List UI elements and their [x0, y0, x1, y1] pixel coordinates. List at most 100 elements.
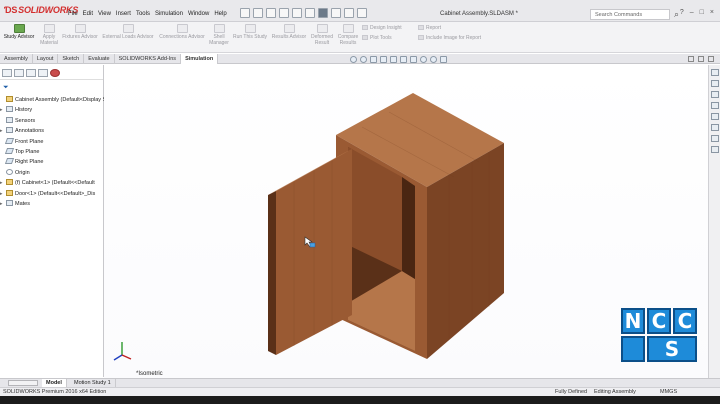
open-icon[interactable] [253, 8, 263, 18]
material-icon [43, 24, 55, 33]
connections-advisor-button[interactable]: Connections Advisor [156, 24, 208, 40]
rebuild-icon[interactable] [331, 8, 341, 18]
tab-evaluate[interactable]: Evaluate [84, 54, 115, 64]
feature-tree-icon[interactable] [2, 69, 12, 77]
compare-icon [342, 24, 354, 33]
task-pane [708, 65, 720, 378]
apply-material-button[interactable]: Apply Material [38, 24, 60, 46]
file-explorer-icon[interactable] [710, 91, 719, 98]
title-bar: ƊSSOLIDWORKS File Edit View Insert Tools… [0, 0, 720, 22]
heads-up-view-toolbar [350, 56, 447, 63]
custom-properties-icon[interactable] [710, 124, 719, 131]
search-commands-input[interactable]: Search Commands ⌕ [590, 9, 679, 20]
dimxpert-icon[interactable] [38, 69, 48, 77]
tab-addins[interactable]: SOLIDWORKS Add-Ins [115, 54, 182, 64]
appearances-icon[interactable] [710, 113, 719, 120]
plot-tools-button[interactable]: Plot Tools [362, 35, 392, 41]
cabinet-model[interactable] [104, 65, 708, 378]
tab-scroll-arrows[interactable] [8, 380, 38, 386]
print-icon[interactable] [279, 8, 289, 18]
units-status[interactable]: MMGS [660, 389, 677, 395]
tab-simulation[interactable]: Simulation [181, 54, 219, 64]
tree-node[interactable]: ▸ (f) Cabinet<1> (Default<<Default [0, 178, 104, 188]
include-image-button[interactable]: Include Image for Report [418, 35, 481, 41]
save-icon[interactable] [266, 8, 276, 18]
help-icon[interactable]: ? [680, 9, 684, 16]
previous-view-icon[interactable] [370, 56, 377, 63]
tree-node[interactable]: ▸ Annotations [0, 126, 104, 136]
watermark-letter: C [673, 308, 697, 334]
tab-sketch[interactable]: Sketch [58, 54, 85, 64]
report-button[interactable]: Report [418, 25, 441, 31]
design-insight-button[interactable]: Design Insight [362, 25, 402, 31]
tree-node[interactable]: ▸ Mates [0, 199, 104, 209]
menu-edit[interactable]: Edit [83, 11, 93, 17]
tree-node-label: Origin [15, 169, 30, 176]
door-edge [268, 191, 276, 355]
run-study-button[interactable]: Run This Study [230, 24, 270, 40]
display-style-icon[interactable] [400, 56, 407, 63]
redo-icon[interactable] [305, 8, 315, 18]
doc-restore-icon[interactable] [698, 56, 704, 62]
results-pane-icon[interactable] [710, 146, 719, 153]
tree-node[interactable]: Origin [0, 168, 104, 178]
ds-logo-icon: ƊS [4, 5, 18, 15]
results-advisor-button[interactable]: Results Advisor [270, 24, 308, 40]
tree-node[interactable]: Sensors [0, 116, 104, 126]
tab-layout[interactable]: Layout [33, 54, 59, 64]
fixtures-advisor-button[interactable]: Fixtures Advisor [60, 24, 100, 40]
view-palette-icon[interactable] [710, 102, 719, 109]
configuration-manager-icon[interactable] [26, 69, 36, 77]
property-manager-icon[interactable] [14, 69, 24, 77]
feature-manager-panel: ⏷ Cabinet Assembly (Default<Display S ▸ Hi… [0, 65, 104, 377]
appearance-icon[interactable] [420, 56, 427, 63]
view-orientation-icon[interactable] [390, 56, 397, 63]
menu-insert[interactable]: Insert [116, 11, 131, 17]
new-icon[interactable] [240, 8, 250, 18]
doc-close-icon[interactable] [708, 56, 714, 62]
view-settings-icon[interactable] [440, 56, 447, 63]
menu-window[interactable]: Window [188, 11, 209, 17]
tab-assembly[interactable]: Assembly [0, 54, 33, 64]
cabinet-inner-side [402, 177, 415, 279]
filter-icon[interactable]: ⏷ [3, 84, 9, 92]
graphics-area[interactable] [104, 65, 708, 378]
minimize-icon[interactable]: – [690, 9, 694, 16]
menu-view[interactable]: View [98, 11, 111, 17]
scene-icon[interactable] [430, 56, 437, 63]
display-manager-icon[interactable] [50, 69, 60, 77]
maximize-icon[interactable]: □ [700, 9, 704, 16]
tree-node[interactable]: ▸ Door<1> (Default<<Default>_Dis [0, 189, 104, 199]
shell-manager-button[interactable]: Shell Manager [208, 24, 230, 46]
file-properties-icon[interactable] [344, 8, 354, 18]
undo-icon[interactable] [292, 8, 302, 18]
tree-node[interactable]: Top Plane [0, 147, 104, 157]
zoom-area-icon[interactable] [360, 56, 367, 63]
quick-access-toolbar [240, 8, 367, 18]
origin-icon [6, 168, 13, 175]
section-view-icon[interactable] [380, 56, 387, 63]
menu-tools[interactable]: Tools [136, 11, 150, 17]
search-icon[interactable]: ⌕ [674, 9, 679, 20]
forum-icon[interactable] [710, 135, 719, 142]
deformed-result-button[interactable]: Deformed Result [308, 24, 336, 46]
tree-node[interactable]: ▸ History [0, 105, 104, 115]
menu-simulation[interactable]: Simulation [155, 11, 183, 17]
doc-minimize-icon[interactable] [688, 56, 694, 62]
compare-results-button[interactable]: Compare Results [336, 24, 360, 46]
external-loads-advisor-button[interactable]: External Loads Advisor [100, 24, 156, 40]
tree-node[interactable]: Front Plane [0, 137, 104, 147]
select-icon[interactable] [318, 8, 328, 18]
design-library-icon[interactable] [710, 80, 719, 87]
hide-show-icon[interactable] [410, 56, 417, 63]
deformed-icon [316, 24, 328, 33]
resources-icon[interactable] [710, 69, 719, 76]
options-icon[interactable] [357, 8, 367, 18]
menu-file[interactable]: File [68, 11, 78, 17]
tree-node[interactable]: Cabinet Assembly (Default<Display S [0, 95, 104, 105]
tree-node[interactable]: Right Plane [0, 157, 104, 167]
menu-help[interactable]: Help [214, 11, 226, 17]
close-icon[interactable]: × [710, 9, 714, 16]
zoom-fit-icon[interactable] [350, 56, 357, 63]
study-advisor-button[interactable]: Study Advisor [2, 24, 36, 40]
